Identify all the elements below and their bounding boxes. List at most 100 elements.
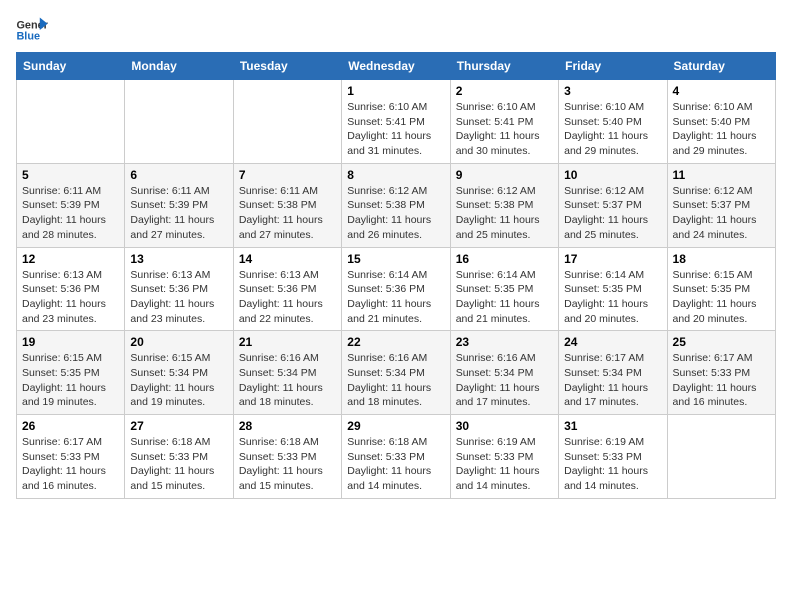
day-info: Sunrise: 6:10 AMSunset: 5:41 PMDaylight:…: [347, 100, 444, 159]
day-info: Sunrise: 6:19 AMSunset: 5:33 PMDaylight:…: [564, 435, 661, 494]
day-number: 17: [564, 252, 661, 266]
logo: General Blue: [16, 16, 54, 44]
calendar-cell: 27 Sunrise: 6:18 AMSunset: 5:33 PMDayligh…: [125, 415, 233, 499]
day-info: Sunrise: 6:14 AMSunset: 5:36 PMDaylight:…: [347, 268, 444, 327]
calendar-cell: 16 Sunrise: 6:14 AMSunset: 5:35 PMDayligh…: [450, 247, 558, 331]
day-info: Sunrise: 6:10 AMSunset: 5:40 PMDaylight:…: [673, 100, 770, 159]
day-info: Sunrise: 6:14 AMSunset: 5:35 PMDaylight:…: [456, 268, 553, 327]
day-info: Sunrise: 6:16 AMSunset: 5:34 PMDaylight:…: [239, 351, 336, 410]
day-info: Sunrise: 6:19 AMSunset: 5:33 PMDaylight:…: [456, 435, 553, 494]
day-number: 31: [564, 419, 661, 433]
day-number: 26: [22, 419, 119, 433]
calendar-cell: 2Sunrise: 6:10 AMSunset: 5:41 PMDaylight…: [450, 80, 558, 164]
calendar-cell: 25 Sunrise: 6:17 AMSunset: 5:33 PMDayligh…: [667, 331, 775, 415]
calendar-cell: 4 Sunrise: 6:10 AMSunset: 5:40 PMDaylight…: [667, 80, 775, 164]
day-number: 18: [673, 252, 770, 266]
calendar-cell: [125, 80, 233, 164]
day-number: 7: [239, 168, 336, 182]
calendar-cell: 10Sunrise: 6:12 AMSunset: 5:37 PMDayligh…: [559, 163, 667, 247]
day-info: Sunrise: 6:12 AMSunset: 5:37 PMDaylight:…: [564, 184, 661, 243]
day-info: Sunrise: 6:17 AMSunset: 5:34 PMDaylight:…: [564, 351, 661, 410]
calendar-cell: 17 Sunrise: 6:14 AMSunset: 5:35 PMDayligh…: [559, 247, 667, 331]
day-number: 6: [130, 168, 227, 182]
calendar-cell: 13Sunrise: 6:13 AMSunset: 5:36 PMDayligh…: [125, 247, 233, 331]
logo-icon: General Blue: [16, 16, 48, 44]
day-number: 28: [239, 419, 336, 433]
day-info: Sunrise: 6:18 AMSunset: 5:33 PMDaylight:…: [347, 435, 444, 494]
day-number: 16: [456, 252, 553, 266]
calendar-week-row: 26 Sunrise: 6:17 AMSunset: 5:33 PMDayligh…: [17, 415, 776, 499]
day-info: Sunrise: 6:17 AMSunset: 5:33 PMDaylight:…: [673, 351, 770, 410]
day-number: 23: [456, 335, 553, 349]
calendar-header-row: SundayMondayTuesdayWednesdayThursdayFrid…: [17, 53, 776, 80]
day-info: Sunrise: 6:13 AMSunset: 5:36 PMDaylight:…: [22, 268, 119, 327]
day-number: 9: [456, 168, 553, 182]
day-number: 15: [347, 252, 444, 266]
day-number: 11: [673, 168, 770, 182]
day-info: Sunrise: 6:12 AMSunset: 5:38 PMDaylight:…: [347, 184, 444, 243]
calendar-week-row: 1Sunrise: 6:10 AMSunset: 5:41 PMDaylight…: [17, 80, 776, 164]
calendar-cell: 23 Sunrise: 6:16 AMSunset: 5:34 PMDayligh…: [450, 331, 558, 415]
calendar-cell: 24 Sunrise: 6:17 AMSunset: 5:34 PMDayligh…: [559, 331, 667, 415]
day-info: Sunrise: 6:18 AMSunset: 5:33 PMDaylight:…: [130, 435, 227, 494]
day-info: Sunrise: 6:10 AMSunset: 5:41 PMDaylight:…: [456, 100, 553, 159]
header-tuesday: Tuesday: [233, 53, 341, 80]
calendar-table: SundayMondayTuesdayWednesdayThursdayFrid…: [16, 52, 776, 499]
calendar-cell: 21 Sunrise: 6:16 AMSunset: 5:34 PMDayligh…: [233, 331, 341, 415]
calendar-week-row: 12 Sunrise: 6:13 AMSunset: 5:36 PMDayligh…: [17, 247, 776, 331]
day-number: 20: [130, 335, 227, 349]
calendar-cell: 22Sunrise: 6:16 AMSunset: 5:34 PMDayligh…: [342, 331, 450, 415]
calendar-cell: 5 Sunrise: 6:11 AMSunset: 5:39 PMDaylight…: [17, 163, 125, 247]
calendar-cell: [17, 80, 125, 164]
day-info: Sunrise: 6:14 AMSunset: 5:35 PMDaylight:…: [564, 268, 661, 327]
day-info: Sunrise: 6:10 AMSunset: 5:40 PMDaylight:…: [564, 100, 661, 159]
day-info: Sunrise: 6:11 AMSunset: 5:39 PMDaylight:…: [22, 184, 119, 243]
day-number: 21: [239, 335, 336, 349]
calendar-cell: 19 Sunrise: 6:15 AMSunset: 5:35 PMDayligh…: [17, 331, 125, 415]
calendar-cell: 15 Sunrise: 6:14 AMSunset: 5:36 PMDayligh…: [342, 247, 450, 331]
day-number: 4: [673, 84, 770, 98]
day-info: Sunrise: 6:16 AMSunset: 5:34 PMDaylight:…: [456, 351, 553, 410]
day-number: 13: [130, 252, 227, 266]
day-info: Sunrise: 6:13 AMSunset: 5:36 PMDaylight:…: [239, 268, 336, 327]
day-number: 12: [22, 252, 119, 266]
calendar-cell: [667, 415, 775, 499]
header-thursday: Thursday: [450, 53, 558, 80]
calendar-cell: 3 Sunrise: 6:10 AMSunset: 5:40 PMDaylight…: [559, 80, 667, 164]
calendar-cell: 31 Sunrise: 6:19 AMSunset: 5:33 PMDayligh…: [559, 415, 667, 499]
day-number: 27: [130, 419, 227, 433]
day-number: 3: [564, 84, 661, 98]
day-number: 8: [347, 168, 444, 182]
day-number: 25: [673, 335, 770, 349]
calendar-cell: 1Sunrise: 6:10 AMSunset: 5:41 PMDaylight…: [342, 80, 450, 164]
calendar-cell: 18 Sunrise: 6:15 AMSunset: 5:35 PMDayligh…: [667, 247, 775, 331]
calendar-week-row: 5 Sunrise: 6:11 AMSunset: 5:39 PMDaylight…: [17, 163, 776, 247]
day-info: Sunrise: 6:12 AMSunset: 5:38 PMDaylight:…: [456, 184, 553, 243]
calendar-cell: 20Sunrise: 6:15 AMSunset: 5:34 PMDayligh…: [125, 331, 233, 415]
header-wednesday: Wednesday: [342, 53, 450, 80]
day-info: Sunrise: 6:11 AMSunset: 5:39 PMDaylight:…: [130, 184, 227, 243]
header-friday: Friday: [559, 53, 667, 80]
calendar-cell: 8 Sunrise: 6:12 AMSunset: 5:38 PMDaylight…: [342, 163, 450, 247]
calendar-cell: 12 Sunrise: 6:13 AMSunset: 5:36 PMDayligh…: [17, 247, 125, 331]
day-number: 24: [564, 335, 661, 349]
calendar-cell: 14 Sunrise: 6:13 AMSunset: 5:36 PMDayligh…: [233, 247, 341, 331]
day-info: Sunrise: 6:17 AMSunset: 5:33 PMDaylight:…: [22, 435, 119, 494]
header-saturday: Saturday: [667, 53, 775, 80]
day-info: Sunrise: 6:12 AMSunset: 5:37 PMDaylight:…: [673, 184, 770, 243]
svg-text:Blue: Blue: [16, 30, 40, 42]
day-number: 29: [347, 419, 444, 433]
day-info: Sunrise: 6:16 AMSunset: 5:34 PMDaylight:…: [347, 351, 444, 410]
header-monday: Monday: [125, 53, 233, 80]
day-info: Sunrise: 6:15 AMSunset: 5:35 PMDaylight:…: [22, 351, 119, 410]
day-info: Sunrise: 6:11 AMSunset: 5:38 PMDaylight:…: [239, 184, 336, 243]
calendar-cell: 29 Sunrise: 6:18 AMSunset: 5:33 PMDayligh…: [342, 415, 450, 499]
header-sunday: Sunday: [17, 53, 125, 80]
day-info: Sunrise: 6:18 AMSunset: 5:33 PMDaylight:…: [239, 435, 336, 494]
day-number: 19: [22, 335, 119, 349]
calendar-cell: 7 Sunrise: 6:11 AMSunset: 5:38 PMDaylight…: [233, 163, 341, 247]
day-number: 14: [239, 252, 336, 266]
day-info: Sunrise: 6:15 AMSunset: 5:35 PMDaylight:…: [673, 268, 770, 327]
day-number: 5: [22, 168, 119, 182]
calendar-cell: 28 Sunrise: 6:18 AMSunset: 5:33 PMDayligh…: [233, 415, 341, 499]
